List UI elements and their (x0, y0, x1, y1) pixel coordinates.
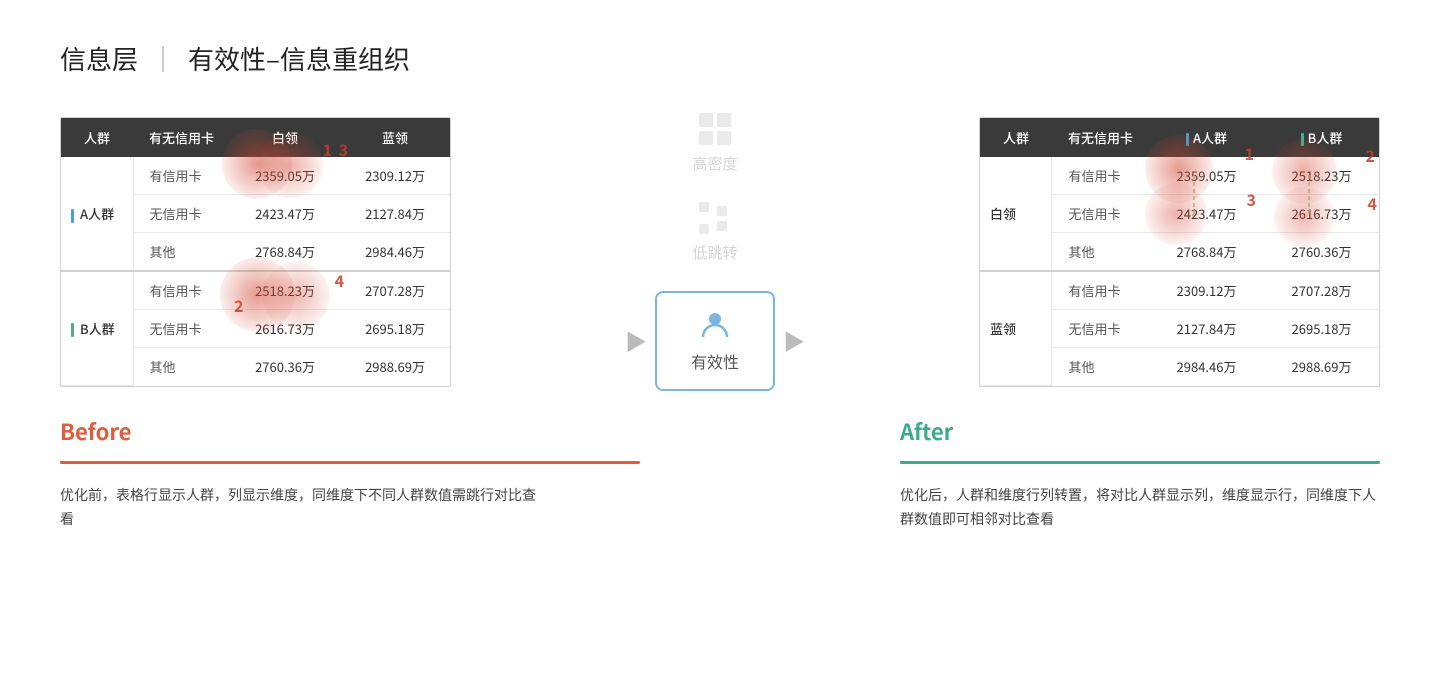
high-density-concept: 高密度 (692, 113, 737, 174)
after-title: After (900, 415, 1380, 447)
effectiveness-box: 有效性 (655, 291, 775, 391)
table-row: 蓝领 有信用卡 2309.12万 2707.28万 (980, 271, 1379, 310)
right-arrow: ▶ (783, 325, 805, 357)
table-row: B人群 有信用卡 2518.23万 2 4 (61, 271, 450, 310)
below-descriptions: Before 优化前，表格行显示人群，列显示维度，同维度下不同人群数值需跳行对比… (60, 415, 1380, 532)
after-col-header-a: A人群 (1149, 118, 1264, 157)
table-row: 白领 有信用卡 2359.05万 1 2518.23万 2 (980, 157, 1379, 195)
before-description: Before 优化前，表格行显示人群，列显示维度，同维度下不同人群数值需跳行对比… (60, 415, 640, 532)
col-header-white: 白领 (230, 118, 340, 157)
effectiveness-label: 有效性 (691, 349, 739, 373)
after-col-header-credit: 有无信用卡 (1052, 118, 1149, 157)
after-table: 人群 有无信用卡 A人群 B人群 白领 有信用卡 (979, 117, 1380, 387)
after-line (900, 461, 1380, 464)
after-desc: 优化后，人群和维度行列转置，将对比人群显示列，维度显示行，同维度下人群数值即可相… (900, 484, 1380, 532)
after-description: After 优化后，人群和维度行列转置，将对比人群显示列，维度显示行，同维度下人… (900, 415, 1380, 532)
col-header-blue: 蓝领 (340, 118, 450, 157)
table-row: A人群 有信用卡 2359.05万 1 3 (61, 157, 450, 195)
before-desc: 优化前，表格行显示人群，列显示维度，同维度下不同人群数值需跳行对比查看 (60, 484, 540, 532)
col-header-group: 人群 (61, 118, 133, 157)
after-col-header-group: 人群 (980, 118, 1052, 157)
main-content: 人群 有无信用卡 白领 蓝领 A人群 有信用卡 (60, 113, 1380, 391)
before-title: Before (60, 415, 640, 447)
col-header-credit: 有无信用卡 (133, 118, 230, 157)
before-line (60, 461, 640, 464)
low-jump-concept: 低跳转 (692, 202, 737, 263)
person-icon (699, 309, 731, 341)
after-col-header-b: B人群 (1264, 118, 1379, 157)
low-jump-label: 低跳转 (692, 242, 737, 263)
high-density-label: 高密度 (692, 153, 737, 174)
before-table: 人群 有无信用卡 白领 蓝领 A人群 有信用卡 (60, 117, 451, 387)
middle-section: 高密度 低跳转 ▶ (451, 113, 979, 391)
left-arrow: ▶ (625, 325, 647, 357)
page-title: 信息层 ｜ 有效性–信息重组织 (60, 40, 1380, 77)
